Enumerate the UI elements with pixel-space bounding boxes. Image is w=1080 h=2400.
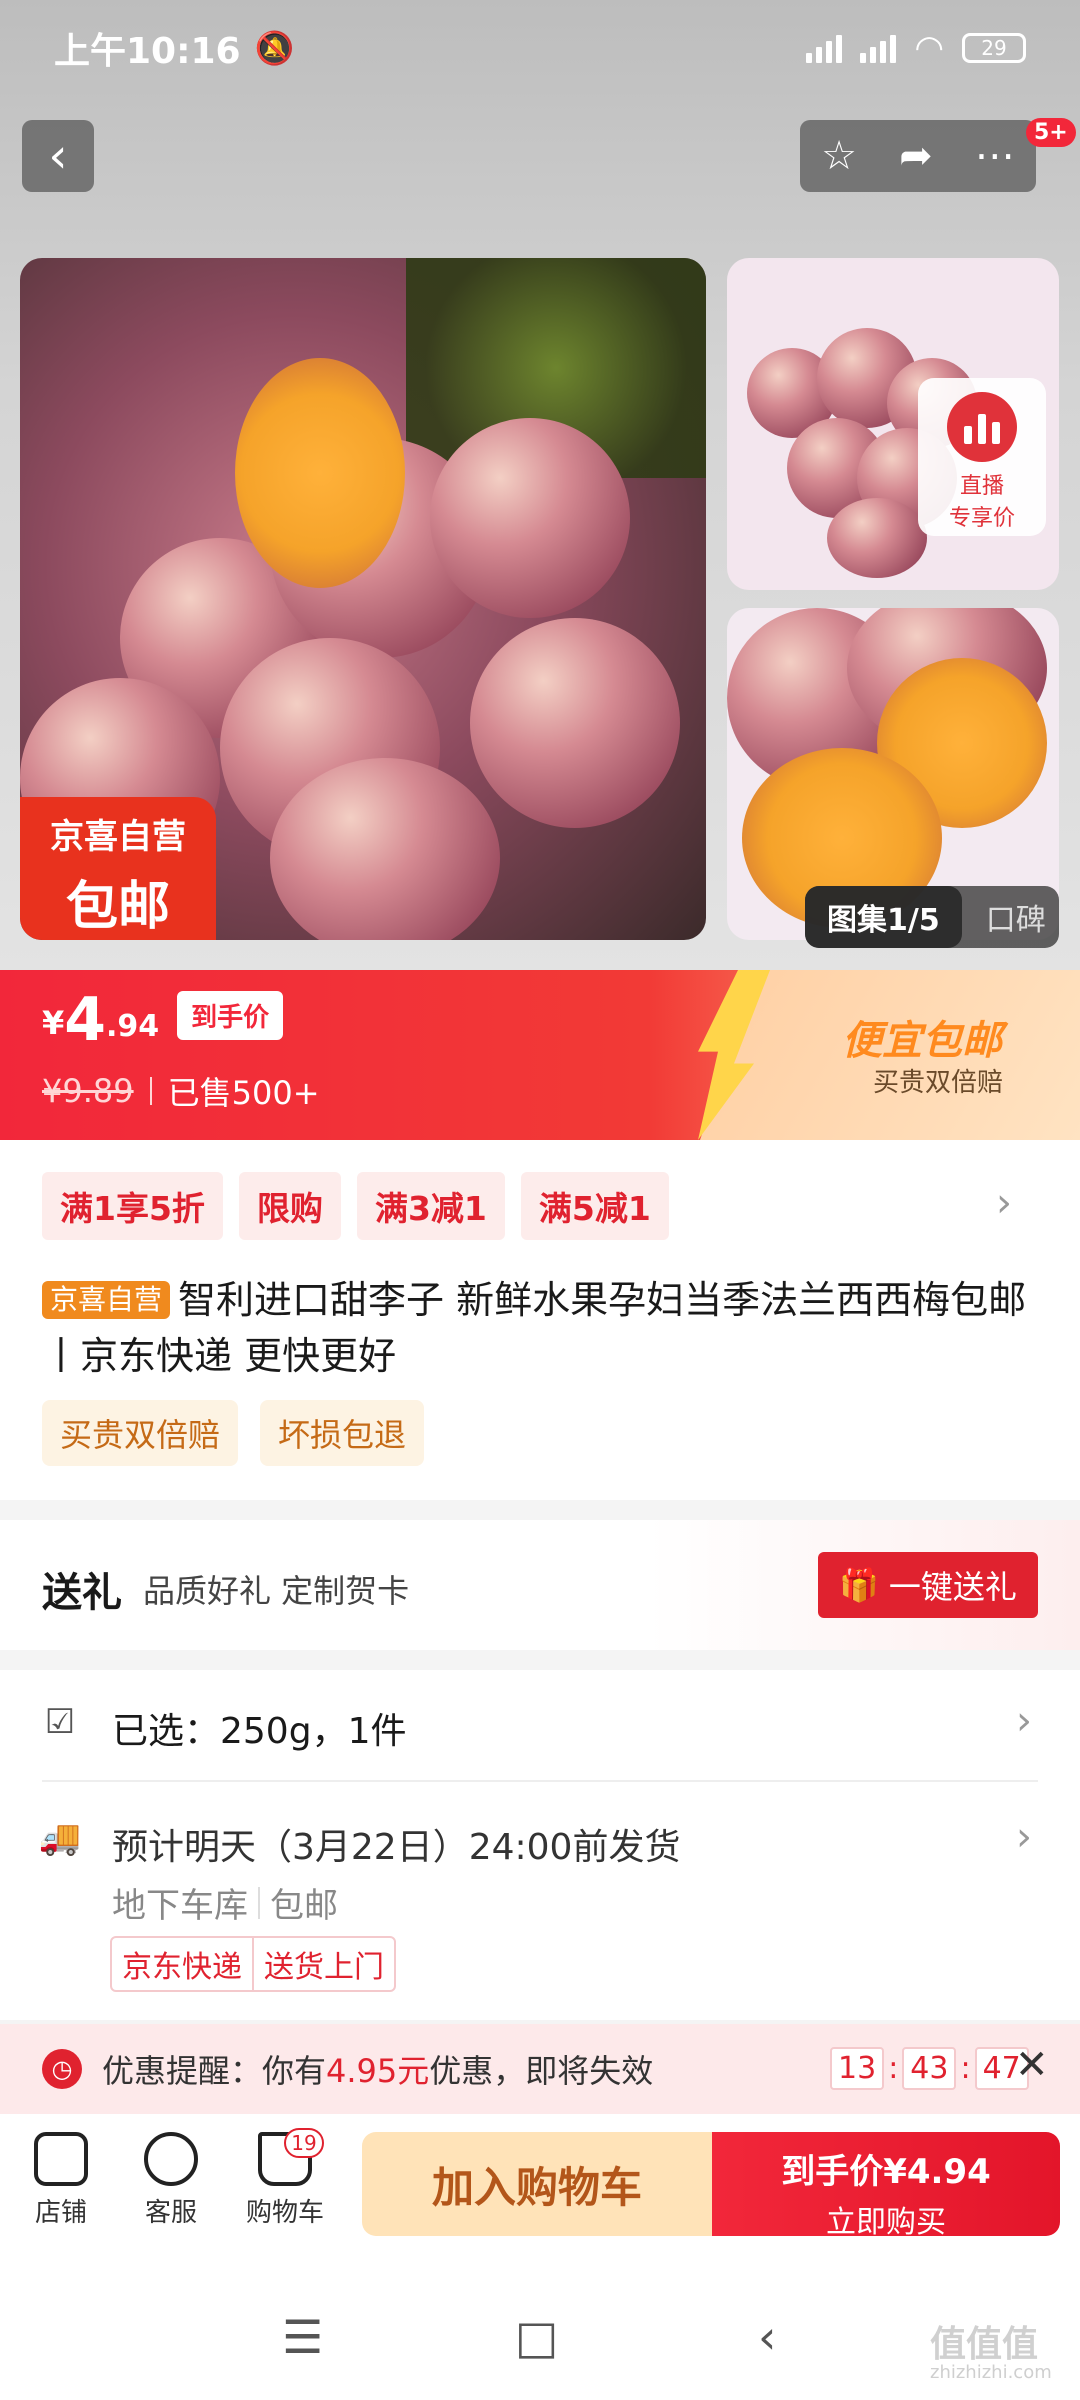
- selected-spec[interactable]: 已选：250g，1件: [112, 1702, 406, 1754]
- plum-shape: [827, 498, 927, 578]
- timer-hours: 13: [830, 2047, 885, 2090]
- store-icon: [34, 2132, 88, 2186]
- live-label-1: 直播: [959, 474, 1004, 499]
- service-face-icon: [144, 2132, 198, 2186]
- chevron-left-icon: ‹: [48, 128, 68, 184]
- receipt-icon: ☑: [44, 1702, 76, 1742]
- status-time: 上午10:16: [54, 30, 241, 72]
- self-operated-badge: 京喜自营: [42, 1281, 171, 1319]
- self-operated-tag: 京喜自营 包邮: [20, 797, 216, 940]
- hand-price-badge: 到手价: [177, 991, 284, 1040]
- add-to-cart-button[interactable]: 加入购物车: [362, 2132, 712, 2236]
- clock-icon: ◷: [42, 2049, 82, 2089]
- shipping-details: 地下车库 包邮: [112, 1878, 338, 1927]
- sold-count: 已售500+: [167, 1074, 320, 1112]
- gallery-counter[interactable]: 图集1/5: [805, 886, 962, 948]
- reminder-amount: 4.95元: [326, 2052, 430, 2090]
- service-label: 客服: [144, 2198, 197, 2228]
- share-icon[interactable]: ➦: [899, 133, 933, 179]
- countdown-timer: 13: 43: 47: [830, 2047, 1029, 2090]
- coupon-tag[interactable]: 满3减1: [356, 1172, 505, 1240]
- close-icon[interactable]: ✕: [1015, 2042, 1049, 2088]
- store-label: 店铺: [34, 2198, 87, 2228]
- feature-tag[interactable]: 坏损包退: [260, 1400, 425, 1466]
- live-label-2: 专享价: [948, 506, 1015, 531]
- gallery-switch[interactable]: 图集1/5 口碑: [805, 886, 1059, 948]
- product-title-text: 智利进口甜李子 新鲜水果孕妇当季法兰西西梅包邮丨京东快递 更快更好: [42, 1278, 1027, 1378]
- gift-subtitle: 品质好礼 定制贺卡: [143, 1572, 410, 1610]
- signal-hd-icon: [860, 33, 897, 63]
- delivery-tag: 京东快递: [122, 1950, 242, 1985]
- currency-symbol: ¥: [42, 1004, 65, 1042]
- watermark-logo: 值值值: [930, 2324, 1039, 2365]
- chevron-right-icon[interactable]: ›: [1016, 1698, 1032, 1744]
- divider: [42, 1780, 1038, 1782]
- original-price: ¥9.89: [42, 1072, 134, 1110]
- warehouse: 地下车库: [112, 1886, 248, 1926]
- mute-bell-icon: 🔕: [254, 28, 295, 67]
- service-features: 买贵双倍赔 坏损包退: [42, 1400, 425, 1466]
- battery-icon: 29: [962, 32, 1026, 63]
- timer-minutes: 43: [902, 2047, 957, 2090]
- one-click-gift-button[interactable]: 🎁 一键送礼: [818, 1552, 1038, 1618]
- favorite-star-icon[interactable]: ☆: [821, 133, 857, 179]
- menu-icon[interactable]: ☰: [282, 2310, 323, 2364]
- plum-shape: [430, 418, 630, 618]
- product-title: 京喜自营 智利进口甜李子 新鲜水果孕妇当季法兰西西梅包邮丨京东快递 更快更好: [42, 1272, 1042, 1384]
- price-row: ¥ 4 .94 到手价: [42, 985, 284, 1055]
- status-bar: 上午10:16 🔕 ◠ 29: [0, 0, 1080, 95]
- message-badge: 5+: [1026, 118, 1076, 147]
- coupon-tag[interactable]: 满5减1: [520, 1172, 669, 1240]
- cart-count-badge: 19: [284, 2128, 324, 2158]
- divider: [149, 1077, 152, 1105]
- home-icon[interactable]: □: [515, 2310, 558, 2364]
- delivery-tags: 京东快递 送货上门: [110, 1936, 396, 1992]
- plum-half-shape: [235, 358, 405, 588]
- header-actions: ☆ ➦ ⋯: [800, 120, 1036, 192]
- shipping-fee: 包邮: [270, 1886, 338, 1926]
- coupon-tag[interactable]: 限购: [238, 1172, 341, 1240]
- store-button[interactable]: 店铺: [16, 2132, 106, 2229]
- reminder-prefix: 优惠提醒：你有: [102, 2052, 327, 2090]
- shipping-estimate[interactable]: 预计明天（3月22日）24:00前发货: [112, 1818, 680, 1870]
- cart-label: 购物车: [245, 2198, 324, 2228]
- customer-service-button[interactable]: 客服: [126, 2132, 216, 2229]
- buy-now-button[interactable]: 到手价¥4.94 立即购买: [712, 2132, 1060, 2240]
- chevron-right-icon[interactable]: ›: [1016, 1814, 1032, 1860]
- plum-shape: [470, 618, 680, 828]
- plum-shape: [270, 758, 500, 940]
- divider: [258, 1886, 260, 1919]
- truck-icon: 🚚: [38, 1818, 82, 1858]
- buy-price: 到手价¥4.94: [781, 2152, 991, 2192]
- coupon-list[interactable]: 满1享5折 限购 满3减1 满5减1: [42, 1172, 669, 1240]
- price-integer: 4: [64, 985, 107, 1055]
- tag-line2: 包邮: [65, 877, 170, 937]
- promo-title: 便宜包邮: [842, 1018, 1002, 1064]
- back-button[interactable]: ‹: [22, 120, 94, 192]
- gift-button-label: 一键送礼: [888, 1568, 1017, 1606]
- more-icon[interactable]: ⋯: [975, 133, 1015, 179]
- price-decimal: .94: [106, 1009, 160, 1044]
- back-nav-icon[interactable]: ‹: [758, 2310, 776, 2364]
- watermark-site: zhizhizhi.com: [930, 2362, 1052, 2383]
- live-stream-button[interactable]: 直播 专享价: [918, 378, 1046, 536]
- coupon-tag[interactable]: 满1享5折: [42, 1172, 223, 1240]
- live-bars-icon: [947, 392, 1017, 462]
- feature-tag[interactable]: 买贵双倍赔: [42, 1400, 239, 1466]
- battery-level: 29: [981, 35, 1007, 60]
- gift-title: 送礼: [42, 1570, 122, 1616]
- reviews-tab[interactable]: 口碑: [962, 895, 1046, 939]
- delivery-tag: 送货上门: [252, 1938, 394, 1990]
- price-subline: ¥9.89 已售500+: [42, 1068, 320, 1114]
- tag-line1: 京喜自营: [50, 817, 186, 857]
- wifi-icon: ◠: [914, 27, 944, 68]
- gift-icon: 🎁: [839, 1566, 879, 1604]
- buy-label: 立即购买: [826, 2205, 946, 2240]
- signal-icon: [806, 33, 843, 63]
- reminder-suffix: 优惠，即将失效: [429, 2052, 654, 2090]
- chevron-right-icon[interactable]: ›: [996, 1180, 1012, 1226]
- promo-subtitle: 买贵双倍赔: [873, 1068, 1004, 1098]
